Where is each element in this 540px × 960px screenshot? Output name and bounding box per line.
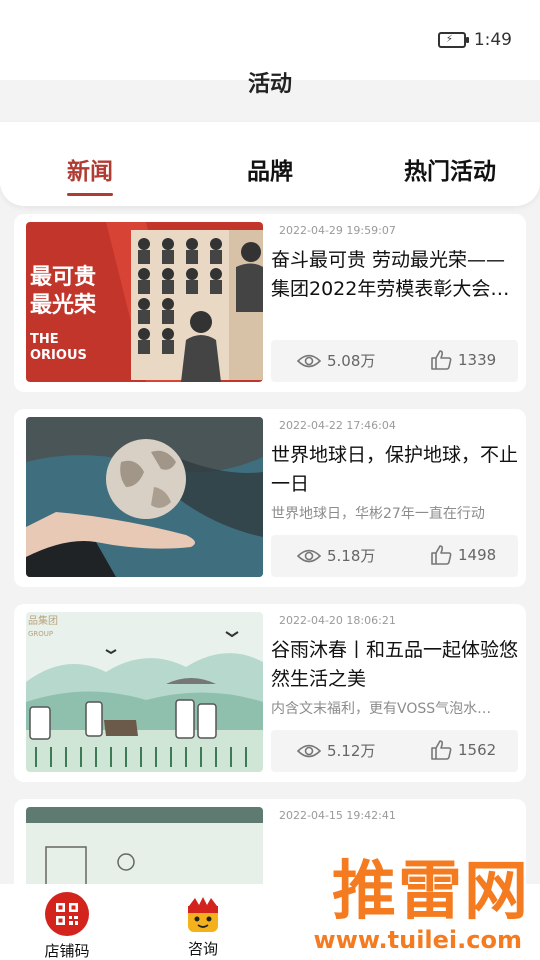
article-card[interactable]: 最可贵 最光荣 THE ORIOUS 2022-04-29 19:59:07 奋… xyxy=(14,214,526,392)
article-title: 奋斗最可贵 劳动最光荣——集团2022年劳模表彰大会… xyxy=(271,249,510,300)
eye-icon xyxy=(297,743,321,759)
article-date: 2022-04-22 17:46:04 xyxy=(279,419,396,432)
like-count-value: 1498 xyxy=(458,546,497,564)
thumbnail-brand-line: GROUP xyxy=(28,630,54,638)
status-indicators: ⚡ 1:49 xyxy=(437,30,512,50)
article-summary: 内含文末福利，更有VOSS气泡水… xyxy=(271,701,492,717)
like-count[interactable]: 1339 xyxy=(430,350,496,370)
nav-consult[interactable]: 咨询 xyxy=(173,892,233,959)
article-title: 谷雨沐春丨和五品一起体验悠然生活之美 xyxy=(271,639,519,690)
thumbnail-caption-line: ORIOUS xyxy=(30,348,87,363)
battery-icon: ⚡ xyxy=(437,32,469,48)
thumbnail-caption-line: 最可贵 xyxy=(30,265,97,290)
tab-news[interactable]: 新闻 xyxy=(67,152,113,196)
view-count: 5.08万 xyxy=(297,350,375,371)
tab-bar: 新闻 品牌 热门活动 xyxy=(0,122,540,206)
article-stats: 5.08万 1339 xyxy=(271,340,518,382)
active-tab-indicator xyxy=(67,193,113,196)
thumbnail-brand-line: 品集团 xyxy=(28,616,58,627)
status-time: 1:49 xyxy=(473,30,512,50)
thumbnail-caption-line: THE xyxy=(30,332,59,347)
like-count-value: 1562 xyxy=(458,741,497,759)
article-summary: 世界地球日，华彬27年一直在行动 xyxy=(271,506,485,522)
article-thumbnail: 品集团 GROUP xyxy=(26,612,263,772)
article-stats: 5.18万 1498 xyxy=(271,535,518,577)
watermark-url: www.tuilei.com xyxy=(313,926,522,954)
nav-store-code-label: 店铺码 xyxy=(44,942,90,960)
article-title: 世界地球日，保护地球，不止一日 xyxy=(271,444,519,495)
view-count-value: 5.18万 xyxy=(327,547,376,565)
article-date: 2022-04-15 19:42:41 xyxy=(279,809,396,822)
tab-brand-label: 品牌 xyxy=(247,159,293,185)
thumbnail-caption: 最可贵 最光荣 THE ORIOUS xyxy=(30,264,96,364)
nav-consult-label: 咨询 xyxy=(187,940,218,958)
view-count: 5.12万 xyxy=(297,740,375,761)
thumbnail-brand-text: 品集团 GROUP xyxy=(28,616,58,640)
article-thumbnail xyxy=(26,417,263,577)
article-date: 2022-04-20 18:06:21 xyxy=(279,614,396,627)
tab-news-label: 新闻 xyxy=(67,159,113,185)
qr-code-icon[interactable] xyxy=(45,892,89,936)
page-title: 活动 xyxy=(247,72,292,97)
nav-store-code[interactable]: 店铺码 xyxy=(37,892,97,960)
watermark-brand: 推雷网 xyxy=(332,855,530,929)
view-count: 5.18万 xyxy=(297,545,375,566)
article-thumbnail: 最可贵 最光荣 THE ORIOUS xyxy=(26,222,263,382)
thumbs-up-icon[interactable] xyxy=(430,740,452,760)
view-count-value: 5.08万 xyxy=(327,352,376,370)
tab-hot-events-label: 热门活动 xyxy=(404,159,496,185)
mascot-icon[interactable] xyxy=(185,896,221,934)
like-count[interactable]: 1562 xyxy=(430,740,496,760)
thumbs-up-icon[interactable] xyxy=(430,545,452,565)
article-stats: 5.12万 1562 xyxy=(271,730,518,772)
like-count[interactable]: 1498 xyxy=(430,545,496,565)
eye-icon xyxy=(297,548,321,564)
thumbnail-caption-line: 最光荣 xyxy=(30,293,97,318)
thumbs-up-icon[interactable] xyxy=(430,350,452,370)
like-count-value: 1339 xyxy=(458,351,497,369)
tab-brand[interactable]: 品牌 xyxy=(247,152,293,186)
article-date: 2022-04-29 19:59:07 xyxy=(279,224,396,237)
article-card[interactable]: 2022-04-22 17:46:04 世界地球日，保护地球，不止一日 世界地球… xyxy=(14,409,526,587)
article-card[interactable]: 品集团 GROUP 2022-04-20 18:06:21 谷雨沐春丨和五品一起… xyxy=(14,604,526,782)
tab-hot-events[interactable]: 热门活动 xyxy=(404,152,496,186)
eye-icon xyxy=(297,353,321,369)
view-count-value: 5.12万 xyxy=(327,742,376,760)
watermark: 推雷网 www.tuilei.com xyxy=(265,840,530,958)
